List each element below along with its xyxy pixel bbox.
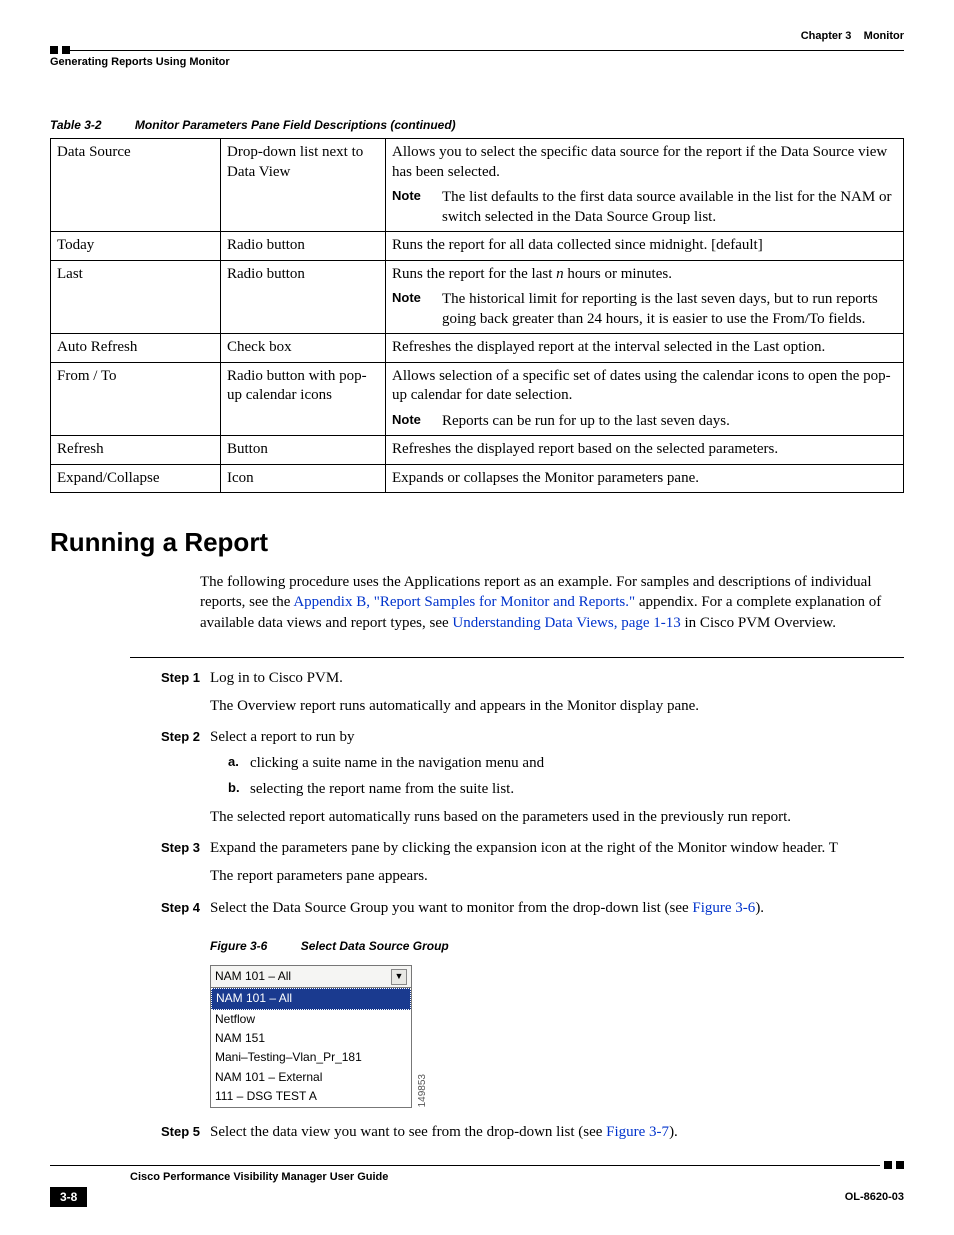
header-rule-top [50,46,904,54]
note-label: Note [392,188,442,227]
link-data-views[interactable]: Understanding Data Views, page 1-13 [452,615,680,631]
data-source-group-dropdown[interactable]: NAM 101 – All ▼ NAM 101 – All Netflow NA… [210,965,412,1108]
doc-id: OL-8620-03 [845,1191,904,1203]
step-4: Step 4 Select the Data Source Group you … [130,898,904,1108]
dropdown-selected: NAM 101 – All [215,968,291,985]
field-name: Data Source [51,139,221,232]
step-1: Step 1 Log in to Cisco PVM. The Overview… [130,668,904,718]
figure-code: 149853 [416,1074,431,1107]
table-title: Monitor Parameters Pane Field Descriptio… [135,118,456,132]
page-number: 3-8 [50,1187,87,1207]
table-row: From / To Radio button with pop-up calen… [51,362,904,436]
dropdown-option[interactable]: Mani–Testing–Vlan_Pr_181 [211,1048,411,1067]
link-figure-3-6[interactable]: Figure 3-6 [692,900,755,916]
steps-rule [130,657,904,658]
table-number: Table 3-2 [50,118,102,132]
footer-guide-title: Cisco Performance Visibility Manager Use… [130,1171,904,1183]
dropdown-option[interactable]: NAM 151 [211,1029,411,1048]
step-5: Step 5 Select the data view you want to … [130,1122,904,1144]
chevron-down-icon[interactable]: ▼ [391,969,407,985]
step-2: Step 2 Select a report to run by a.click… [130,727,904,828]
table-row: Last Radio button Runs the report for th… [51,260,904,334]
dropdown-option[interactable]: 111 – DSG TEST A [211,1087,411,1106]
dropdown-option[interactable]: NAM 101 – All [211,988,411,1009]
step-label: Step 1 [130,668,210,718]
table-row: Expand/Collapse Icon Expands or collapse… [51,464,904,493]
chapter-label: Chapter 3 [801,30,852,42]
note-text: The list defaults to the first data sour… [442,188,897,227]
parameters-table: Data Source Drop-down list next to Data … [50,138,904,493]
dropdown-option[interactable]: Netflow [211,1010,411,1029]
table-row: Refresh Button Refreshes the displayed r… [51,436,904,465]
field-desc: Allows you to select the specific data s… [386,139,904,232]
dropdown-option[interactable]: NAM 101 – External [211,1068,411,1087]
section-breadcrumb: Generating Reports Using Monitor [50,56,230,68]
table-row: Data Source Drop-down list next to Data … [51,139,904,232]
link-appendix-b[interactable]: Appendix B, "Report Samples for Monitor … [293,594,635,610]
field-control: Drop-down list next to Data View [221,139,386,232]
page-footer: Cisco Performance Visibility Manager Use… [50,1161,904,1207]
intro-paragraph: The following procedure uses the Applica… [200,572,904,633]
step-3: Step 3 Expand the parameters pane by cli… [130,838,904,888]
figure-dropdown: NAM 101 – All ▼ NAM 101 – All Netflow NA… [210,965,904,1108]
table-caption: Table 3-2 Monitor Parameters Pane Field … [50,118,904,132]
figure-caption: Figure 3-6 Select Data Source Group [210,938,904,955]
table-row: Today Radio button Runs the report for a… [51,232,904,261]
chapter-title: Monitor [864,30,904,42]
link-figure-3-7[interactable]: Figure 3-7 [606,1124,669,1140]
section-heading: Running a Report [50,527,904,558]
page-header: Chapter 3 Monitor [50,30,904,42]
table-row: Auto Refresh Check box Refreshes the dis… [51,334,904,363]
